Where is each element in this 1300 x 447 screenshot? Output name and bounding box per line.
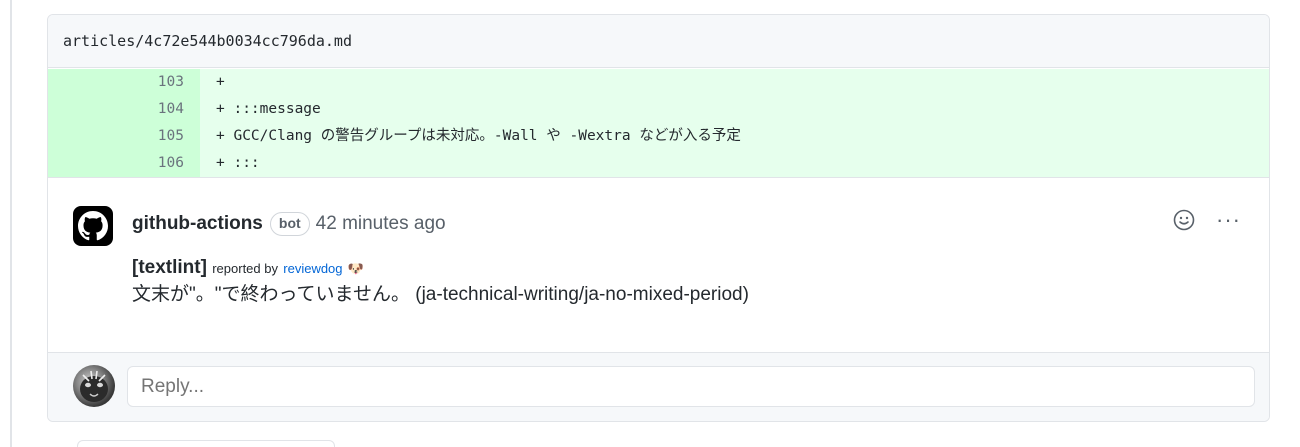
- file-path[interactable]: articles/4c72e544b0034cc796da.md: [63, 32, 352, 50]
- line-number[interactable]: 103: [48, 69, 200, 96]
- dog-icon: 🐶: [347, 261, 364, 276]
- comment-timestamp[interactable]: 42 minutes ago: [316, 213, 446, 235]
- avatar-image: [80, 370, 108, 402]
- line-number[interactable]: 106: [48, 150, 200, 177]
- author-name[interactable]: github-actions: [132, 213, 263, 235]
- bot-badge: bot: [269, 212, 310, 236]
- comment-actions: ···: [1172, 208, 1241, 232]
- diff-row: 105 + GCC/Clang の警告グループは未対応。-Wall や -Wex…: [48, 123, 1269, 150]
- textlint-tag: [textlint]: [132, 257, 207, 278]
- next-thread-box: [77, 440, 335, 447]
- diff-row: 104 + :::message: [48, 96, 1269, 123]
- line-code: + :::: [200, 150, 1269, 177]
- reply-area: [48, 352, 1269, 421]
- review-comment-thread: articles/4c72e544b0034cc796da.md 103 + 1…: [47, 14, 1270, 422]
- reply-input[interactable]: [127, 366, 1255, 407]
- smiley-icon: [1173, 209, 1195, 231]
- github-octocat-icon: [78, 211, 108, 241]
- comment-meta-line: [textlint] reported by reviewdog 🐶: [132, 255, 749, 282]
- review-comment: github-actions bot 42 minutes ago ··· [t…: [48, 177, 1269, 340]
- comment-message: 文末が"。"で終わっていません。 (ja-technical-writing/j…: [132, 284, 749, 305]
- reported-by-text: reported by: [212, 261, 278, 276]
- file-header: articles/4c72e544b0034cc796da.md: [48, 15, 1269, 68]
- line-code: + GCC/Clang の警告グループは未対応。-Wall や -Wextra …: [200, 123, 1269, 150]
- avatar: [73, 365, 115, 407]
- comment-header: github-actions bot 42 minutes ago: [132, 212, 446, 236]
- diff-row: 103 +: [48, 68, 1269, 96]
- comment-body: [textlint] reported by reviewdog 🐶 文末が"。…: [132, 255, 749, 308]
- line-code: +: [200, 69, 1269, 96]
- line-code: + :::message: [200, 96, 1269, 123]
- line-number[interactable]: 104: [48, 96, 200, 123]
- diff-table: 103 + 104 + :::message 105 + GCC/Clang の…: [48, 68, 1269, 177]
- line-number[interactable]: 105: [48, 123, 200, 150]
- diff-row: 106 + :::: [48, 150, 1269, 177]
- reviewdog-link[interactable]: reviewdog: [283, 261, 342, 276]
- smiley-icon[interactable]: [1172, 208, 1196, 232]
- timeline-line: [10, 0, 12, 447]
- more-options-button[interactable]: ···: [1216, 209, 1241, 231]
- github-octocat-icon[interactable]: [73, 206, 113, 246]
